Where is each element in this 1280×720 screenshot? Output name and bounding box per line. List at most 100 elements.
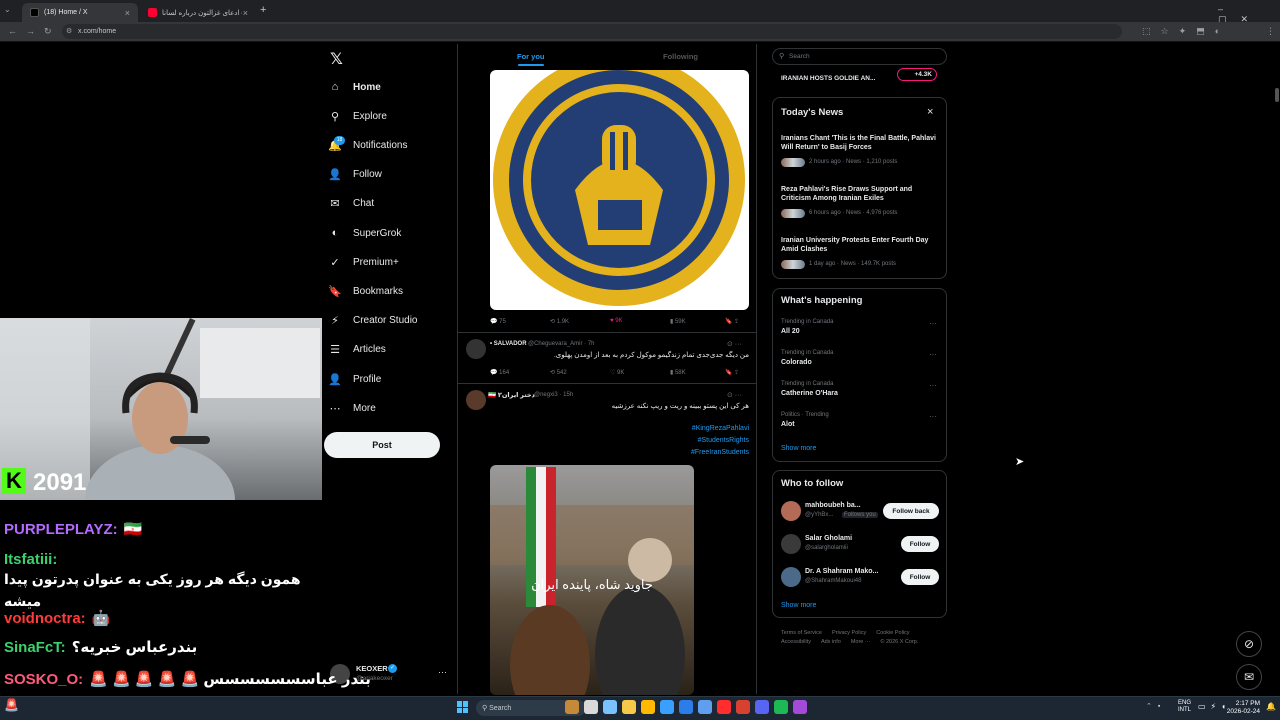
- reply-count[interactable]: 💬 75: [490, 318, 550, 325]
- nav-item-chat[interactable]: ✉ Chat: [328, 192, 374, 216]
- tweet2-handle[interactable]: @Cheguevara_Amir · 7h: [528, 341, 594, 347]
- tab-for-you[interactable]: For you: [517, 52, 545, 61]
- close-tab-icon[interactable]: ×: [243, 8, 248, 18]
- repost-count[interactable]: ⟲ 1.9K: [550, 318, 610, 325]
- trend-name[interactable]: All 20: [781, 328, 800, 335]
- tweet-image-rally[interactable]: جاوید شاه، پاینده ایران: [490, 465, 694, 695]
- news-headline[interactable]: Reza Pahlavi's Rise Draws Support and Cr…: [781, 185, 941, 203]
- tweet3-more-icon[interactable]: ⊙ ···: [727, 391, 742, 399]
- trend-name[interactable]: Colorado: [781, 359, 812, 366]
- nav-item-home[interactable]: ⌂ Home: [328, 75, 381, 99]
- browser-extension-icons[interactable]: ⬚☆✦⬒◐: [1142, 26, 1230, 37]
- follow-button[interactable]: Follow back: [883, 503, 939, 519]
- follow-avatar[interactable]: [781, 534, 801, 554]
- browser-menu-icon[interactable]: ⋮: [1266, 26, 1275, 37]
- address-bar[interactable]: x.com/home: [62, 24, 1122, 39]
- footer-link[interactable]: © 2026 X Corp.: [880, 639, 918, 645]
- new-tab-button[interactable]: +: [260, 4, 266, 16]
- browser-tab-x-home[interactable]: (18) Home / X ×: [22, 3, 138, 22]
- file-explorer-taskbar-icon[interactable]: [641, 700, 655, 714]
- footer-link[interactable]: Accessibility: [781, 639, 811, 645]
- like-count[interactable]: ♥ 9K: [610, 318, 670, 325]
- youtube-taskbar-icon[interactable]: [717, 700, 731, 714]
- nav-item-supergrok[interactable]: ◐ SuperGrok: [328, 221, 402, 245]
- tweet3-author[interactable]: دختر ایران۲ 🇮🇷: [488, 391, 535, 399]
- nav-item-explore[interactable]: ⚲ Explore: [328, 104, 387, 128]
- nav-item-premium[interactable]: ✓ Premium+: [328, 250, 398, 274]
- start-button-icon[interactable]: [457, 701, 469, 713]
- notification-bell-icon[interactable]: 🔔: [1266, 702, 1276, 711]
- live-banner-text[interactable]: IRANIAN HOSTS GOLDIE AN...: [781, 75, 875, 82]
- input-language[interactable]: ENG INTL: [1178, 700, 1191, 714]
- hashtag-link[interactable]: #FreeIranStudents: [600, 449, 749, 456]
- settings-taskbar-icon[interactable]: [679, 700, 693, 714]
- follow-avatar[interactable]: [781, 567, 801, 587]
- tweet-image-emblem[interactable]: [490, 70, 749, 310]
- bookmark-share-icons[interactable]: 🔖 ⇪: [725, 318, 739, 325]
- task-view-taskbar-icon[interactable]: [584, 700, 598, 714]
- copilot-taskbar-icon[interactable]: [622, 700, 636, 714]
- trend-name[interactable]: Catherine O'Hara: [781, 390, 838, 397]
- trend-name[interactable]: Alot: [781, 421, 795, 428]
- app-taskbar-icon[interactable]: [793, 700, 807, 714]
- widgets-taskbar-icon[interactable]: [565, 700, 579, 714]
- scrollbar-thumb[interactable]: [1275, 88, 1279, 102]
- tweet3-avatar[interactable]: [466, 390, 486, 410]
- spotify-taskbar-icon[interactable]: [774, 700, 788, 714]
- alert-widget-icon[interactable]: 🚨: [4, 698, 19, 712]
- follow-name[interactable]: Salar Gholami: [805, 535, 852, 542]
- trends-show-more[interactable]: Show more: [781, 445, 816, 452]
- trend-more-icon[interactable]: ···: [929, 350, 937, 359]
- tweet3-handle[interactable]: @negxi3 · 15h: [534, 392, 573, 398]
- site-info-icon[interactable]: ⚙: [66, 27, 72, 35]
- tweet2-more-icon[interactable]: ⊙ ···: [727, 340, 742, 348]
- follow-name[interactable]: Dr. A Shahram Mako...: [805, 568, 878, 575]
- discord-taskbar-icon[interactable]: [755, 700, 769, 714]
- follow-button[interactable]: Follow: [901, 569, 939, 585]
- view-count[interactable]: ▮ 59K: [670, 318, 725, 325]
- reload-icon[interactable]: ↻: [44, 26, 52, 37]
- nav-item-more[interactable]: ⋯ More: [328, 396, 376, 420]
- hashtag-link[interactable]: #KingRezaPahlavi: [600, 425, 749, 432]
- forward-icon[interactable]: →: [26, 26, 35, 36]
- search-input[interactable]: ⚲ Search: [772, 48, 947, 65]
- nav-item-follow[interactable]: 👤 Follow: [328, 163, 382, 187]
- tab-search-icon[interactable]: ⌄: [4, 5, 11, 14]
- close-icon[interactable]: ×: [927, 106, 933, 118]
- system-tray-icons[interactable]: ⌃▪: [1146, 702, 1166, 710]
- edge-taskbar-icon[interactable]: [660, 700, 674, 714]
- follow-show-more[interactable]: Show more: [781, 602, 816, 609]
- trend-more-icon[interactable]: ···: [929, 412, 937, 421]
- store-taskbar-icon[interactable]: [698, 700, 712, 714]
- browser-tab-youtube[interactable]: ادعای غزالتون درباره لسانا (JM5) ×: [140, 3, 256, 22]
- clock[interactable]: 2:17 PM 2026-02-24: [1226, 700, 1260, 716]
- reply-count[interactable]: 💬 164: [490, 369, 550, 376]
- news-headline[interactable]: Iranians Chant 'This is the Final Battle…: [781, 134, 941, 152]
- footer-link[interactable]: Cookie Policy: [876, 630, 909, 636]
- like-count[interactable]: ♡ 9K: [610, 369, 670, 376]
- footer-link[interactable]: Ads info: [821, 639, 841, 645]
- hashtag-link[interactable]: #StudentsRights: [600, 437, 749, 444]
- account-more-icon[interactable]: ···: [438, 667, 447, 677]
- trend-more-icon[interactable]: ···: [929, 319, 937, 328]
- footer-link[interactable]: More ···: [851, 639, 871, 645]
- x-logo-icon[interactable]: 𝕏: [330, 49, 343, 69]
- follow-name[interactable]: mahboubeh ba...: [805, 502, 861, 509]
- news-headline[interactable]: Iranian University Protests Enter Fourth…: [781, 236, 941, 254]
- footer-link[interactable]: Privacy Policy: [832, 630, 866, 636]
- chrome-taskbar-icon[interactable]: [603, 700, 617, 714]
- close-tab-icon[interactable]: ×: [125, 8, 130, 18]
- nav-item-bookmarks[interactable]: 🔖 Bookmarks: [328, 279, 403, 303]
- bookmark-share-icons[interactable]: 🔖 ⇪: [725, 369, 739, 376]
- tab-following[interactable]: Following: [663, 52, 698, 61]
- follow-button[interactable]: Follow: [901, 536, 939, 552]
- messages-fab-icon[interactable]: ✉: [1236, 664, 1262, 690]
- footer-link[interactable]: Terms of Service: [781, 630, 822, 636]
- gmail-taskbar-icon[interactable]: [736, 700, 750, 714]
- repost-count[interactable]: ⟲ 542: [550, 369, 610, 376]
- grok-fab-icon[interactable]: ⊘: [1236, 631, 1262, 657]
- nav-item-creator-studio[interactable]: ⚡ Creator Studio: [328, 309, 417, 333]
- back-icon[interactable]: ←: [8, 26, 17, 36]
- post-button[interactable]: Post: [324, 432, 440, 458]
- tweet2-author[interactable]: • SALVADOR: [490, 341, 527, 347]
